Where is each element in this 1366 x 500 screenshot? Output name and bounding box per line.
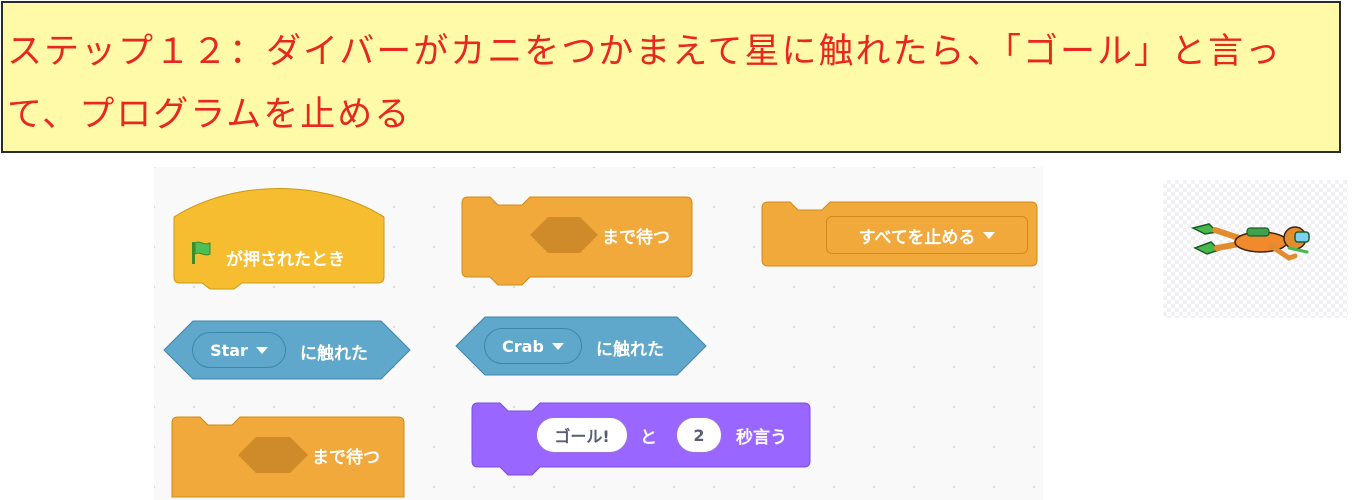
wait-until-block-1[interactable]: まで待つ [461,196,693,286]
touching-star-dropdown[interactable]: Star [192,332,286,368]
say-message-input[interactable]: ゴール! [536,417,628,453]
stop-option-label: すべてを止める [858,227,976,248]
wait-until-label-1: まで待つ [602,228,670,248]
say-secs-label: 秒言う [736,428,787,448]
touching-star-label: に触れた [300,344,368,364]
touching-crab-dropdown[interactable]: Crab [484,328,582,364]
say-secs-input[interactable]: 2 [676,417,722,453]
stop-option-dropdown[interactable]: すべてを止める [826,216,1028,254]
dropdown-caret-icon [983,231,996,239]
touching-crab-option: Crab [502,336,544,356]
flag-hat-label: が押されたとき [226,250,345,270]
green-flag-icon [192,241,211,264]
say-connector-label: と [640,428,657,448]
say-secs-value: 2 [693,425,705,445]
dropdown-caret-icon [255,346,268,354]
wait-until-label-2: まで待つ [312,448,380,468]
say-message-value: ゴール! [554,427,610,446]
step-title-banner: ステップ１２：ダイバーがカニをつかまえて星に触れたら、「ゴール」と言っ て、プロ… [1,1,1341,153]
diver-sprite-icon [1191,223,1310,261]
stop-block[interactable]: すべてを止める [761,201,1038,267]
say-for-secs-block[interactable]: ゴール! と 2 秒言う [471,402,811,476]
when-flag-clicked-block[interactable]: が押されたとき [173,185,385,290]
touching-star-option: Star [210,340,248,360]
step-title-line-1: ステップ１２：ダイバーがカニをつかまえて星に触れたら、「ゴール」と言っ [7,32,1283,72]
touching-crab-block[interactable]: Crab に触れた [455,316,707,376]
touching-star-block[interactable]: Star に触れた [163,320,411,380]
dropdown-caret-icon [551,342,564,350]
step-title-line-2: て、プログラムを止める [7,95,412,135]
touching-crab-label: に触れた [596,340,664,360]
sprite-thumbnail[interactable] [1163,180,1348,318]
code-area[interactable]: が押されたとき まで待つ すべてを止める Star に触れた Crab に触れた… [154,167,1043,500]
wait-until-block-2[interactable]: まで待つ [171,416,405,498]
